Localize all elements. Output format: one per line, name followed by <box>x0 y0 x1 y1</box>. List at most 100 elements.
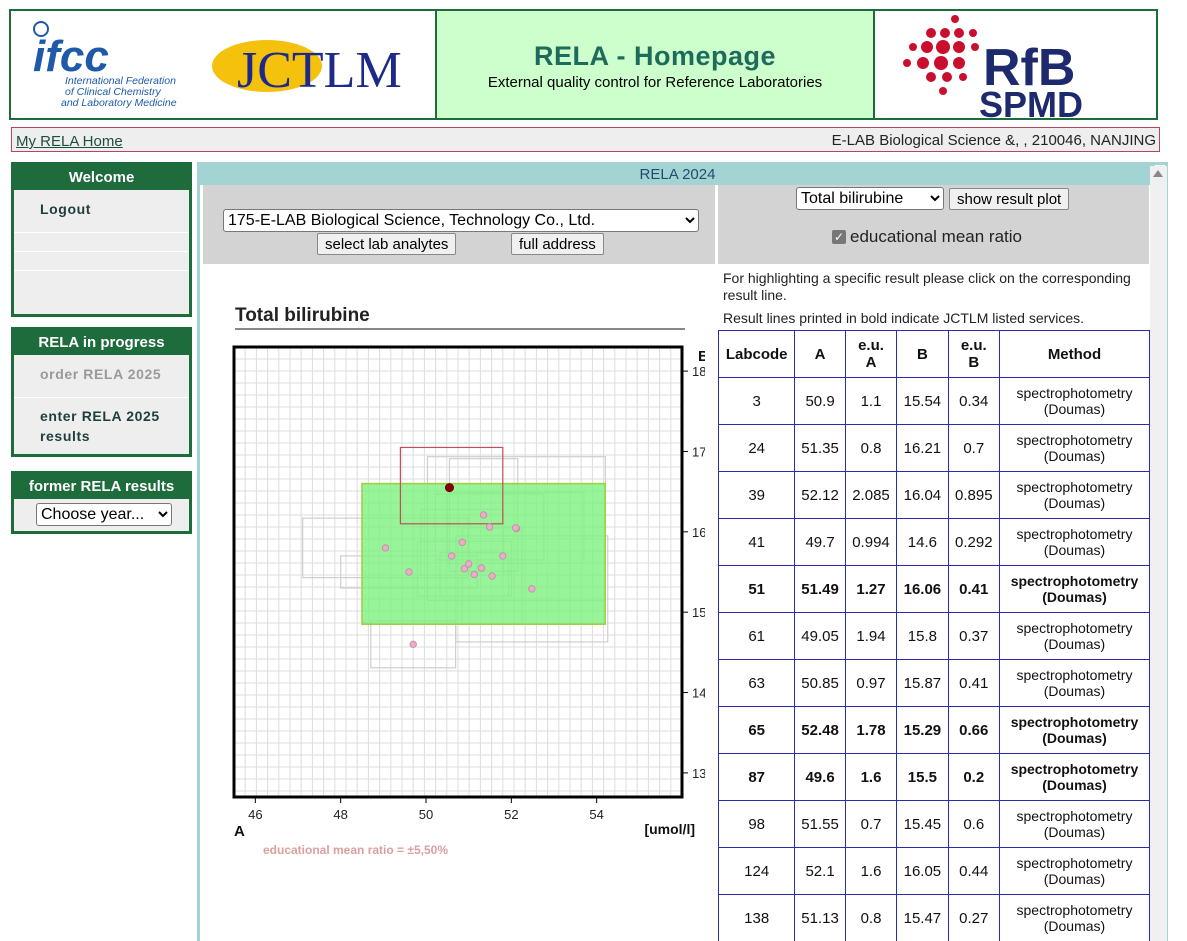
table-cell: 0.6 <box>947 800 1000 848</box>
table-cell: 124 <box>717 847 796 895</box>
table-cell: 49.05 <box>794 612 846 660</box>
data-point <box>511 524 520 532</box>
table-row[interactable]: 39 52.12 2.085 16.04 0.895 spectrophotometry(… <box>717 471 1151 519</box>
info-bold-text: Result lines printed in bold indicate JC… <box>723 310 1085 326</box>
table-cell: 1.27 <box>844 565 898 613</box>
welcome-box: Welcome Logout <box>11 162 192 317</box>
column-header: e.u. A <box>844 330 898 378</box>
ifcc-logo-text: ifcc <box>33 32 109 81</box>
table-cell: 51.55 <box>794 800 846 848</box>
table-cell: 16.04 <box>896 471 949 519</box>
column-header: e.u. B <box>947 330 1000 378</box>
table-cell: 15.87 <box>896 659 949 707</box>
column-header: A <box>794 330 846 378</box>
data-point <box>409 640 417 649</box>
table-row[interactable]: 63 50.85 0.97 15.87 0.41 spectrophotometry (Do… <box>717 659 1151 707</box>
data-point <box>405 568 413 576</box>
table-cell: spectrophotometry (Doumas) <box>998 518 1151 566</box>
table-cell: spectrophotometry (Doumas) <box>998 565 1151 613</box>
table-row[interactable]: 3 50.9 1.1 15.54 0.34 spectrophotometry (Douma… <box>717 377 1151 425</box>
table-cell: 15.45 <box>896 800 949 848</box>
table-row[interactable]: 24 51.35 0.8 16.21 0.7 spectrophotometry (Doum… <box>717 424 1151 472</box>
table-cell: 49.6 <box>794 753 846 801</box>
table-cell: 52.1 <box>794 847 846 895</box>
info-highlight-text: For highlighting a specific result pleas… <box>723 270 1131 303</box>
full-address-button[interactable]: full address <box>511 233 604 255</box>
sidebar-spacer <box>14 252 189 271</box>
result-plot[interactable]: Total bilirubine 46 48 50 52 54 13 14 15 16 17 18B A… <box>225 295 705 865</box>
table-cell: 51.35 <box>794 424 846 472</box>
rela-progress-box: RELA in progress order RELA 2025 enter R… <box>11 327 192 457</box>
table-row[interactable]: 87 49.6 1.6 15.5 0.2 spectrophotometry (Doumas… <box>717 753 1151 801</box>
table-cell: 0.7 <box>947 424 1000 472</box>
table-cell: 138 <box>717 894 796 941</box>
data-point <box>479 511 488 519</box>
data-point <box>458 538 466 546</box>
table-row[interactable]: 98 51.55 0.7 15.45 0.6 spectrophotometry (Doum… <box>717 800 1151 848</box>
table-cell: 98 <box>717 800 796 848</box>
data-point <box>485 523 494 531</box>
table-cell: 51.13 <box>794 894 846 941</box>
y-tick-label: 13 <box>692 766 705 781</box>
data-point <box>470 570 478 579</box>
table-row[interactable]: 124 52.1 1.6 16.05 0.44 spectrophotometry (Dou… <box>717 847 1151 895</box>
table-cell: 0.2 <box>947 753 1000 801</box>
column-header: Method <box>998 330 1151 378</box>
table-row[interactable]: 41 49.7 0.994 14.6 0.292 spectrophotometry (Do… <box>717 518 1151 566</box>
page-subtitle: External quality control for Reference L… <box>487 74 823 91</box>
table-cell: 3 <box>717 377 796 425</box>
scroll-up-icon[interactable] <box>1153 170 1163 177</box>
header-title-cell: RELA - Homepage External quality control… <box>435 11 875 118</box>
column-header: Labcode <box>717 330 796 378</box>
table-cell: 0.8 <box>844 894 898 941</box>
table-cell: spectrophotometry (Doumas) <box>998 424 1151 472</box>
x-tick-label: 50 <box>419 807 433 822</box>
table-cell: 0.66 <box>947 706 1000 754</box>
rela-main-panel: RELA 2024 175-E-LAB Biological Science, … <box>197 162 1168 941</box>
table-row[interactable]: 138 51.13 0.8 15.47 0.27 spectrophotometry (Do… <box>717 894 1151 941</box>
former-rela-heading: former RELA results <box>14 474 189 499</box>
table-row[interactable]: 51 51.49 1.27 16.06 0.41 spectrophotometry (Do… <box>717 565 1151 613</box>
logout-link[interactable]: Logout <box>14 190 189 233</box>
select-lab-analytes-button[interactable]: select lab analytes <box>317 233 457 255</box>
table-row[interactable]: 61 49.05 1.94 15.8 0.37 spectrophotometry (Dou… <box>717 612 1151 660</box>
unit-label: [umol/l] <box>644 821 695 837</box>
table-row[interactable]: 65 52.48 1.78 15.29 0.66 spectrophotometry (Do… <box>717 706 1151 754</box>
table-cell: spectrophotometry (Doumas) <box>998 471 1151 519</box>
table-cell: 0.292 <box>947 518 1000 566</box>
y-tick-label: 14 <box>692 686 705 701</box>
table-cell: 1.6 <box>844 847 898 895</box>
year-select[interactable]: Choose year... <box>36 503 172 526</box>
data-point <box>447 552 456 560</box>
vertical-scrollbar[interactable] <box>1150 166 1167 941</box>
y-tick-label: 16 <box>692 525 705 540</box>
table-cell: 15.54 <box>896 377 949 425</box>
educational-mean-ratio-toggle[interactable]: ✓ educational mean ratio <box>832 227 1022 247</box>
table-cell: 1.6 <box>844 753 898 801</box>
table-cell: 52.12 <box>794 471 846 519</box>
rela-year-title: RELA 2024 <box>200 165 1155 185</box>
checkbox-checked-icon[interactable]: ✓ <box>832 230 846 244</box>
y-axis-label: B <box>698 348 705 365</box>
order-rela-link[interactable]: order RELA 2025 <box>14 355 189 398</box>
enter-rela-results-link[interactable]: enter RELA 2025 results <box>14 398 189 454</box>
rfb-dots-icon <box>903 15 979 95</box>
results-table: Labcode Ae.u. A Be.u. B Method 3 50.9 1.1 15.54 0… <box>717 330 1151 941</box>
data-point <box>464 560 473 568</box>
analyte-toolbar: Total bilirubine show result plot ✓ educ… <box>718 185 1149 264</box>
table-cell: 0.97 <box>844 659 898 707</box>
analyte-select[interactable]: Total bilirubine <box>796 187 944 210</box>
table-cell: 0.895 <box>947 471 1000 519</box>
table-cell: 15.29 <box>896 706 949 754</box>
page-title: RELA - Homepage <box>533 41 777 71</box>
ifcc-logo: ifcc International Federation of Clinica… <box>33 21 402 109</box>
sidebar-spacer <box>14 233 189 252</box>
table-cell: spectrophotometry (Doumas) <box>998 753 1151 801</box>
table-cell: 51.49 <box>794 565 846 613</box>
table-cell: spectrophotometry (Doumas) <box>998 800 1151 848</box>
my-rela-home-link[interactable]: My RELA Home <box>16 133 123 150</box>
y-tick-label: 15 <box>692 605 705 620</box>
show-result-plot-button[interactable]: show result plot <box>949 188 1070 210</box>
data-point <box>528 585 536 593</box>
lab-select[interactable]: 175-E-LAB Biological Science, Technology… <box>223 209 699 232</box>
